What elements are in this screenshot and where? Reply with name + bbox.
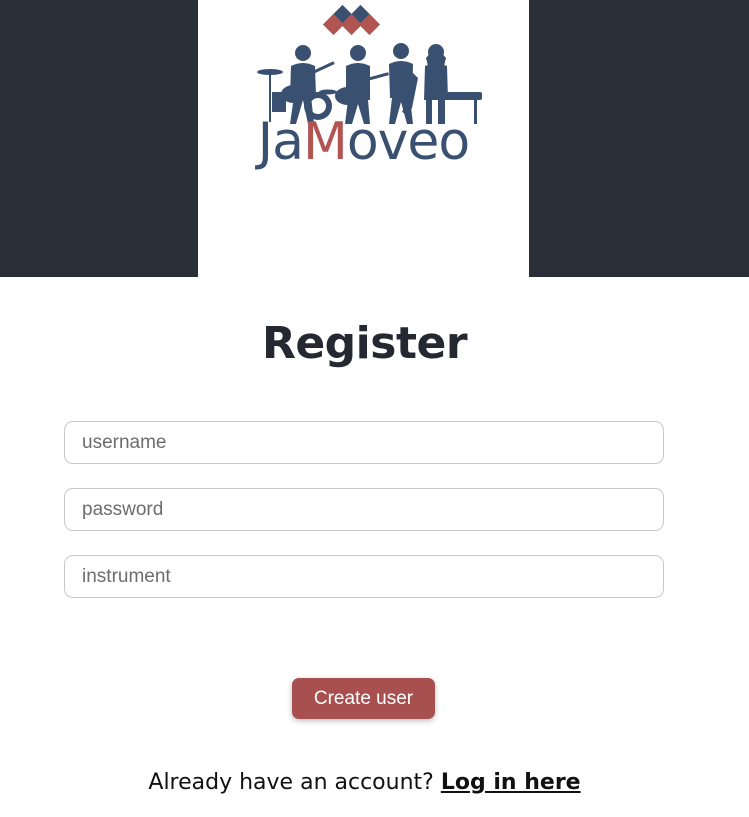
logo: JaMoveo: [198, 0, 529, 277]
login-prompt-text: Already have an account?: [148, 770, 434, 795]
brand-name: JaMoveo: [198, 116, 529, 168]
instrument-input[interactable]: [64, 555, 664, 598]
brand-part: oveo: [346, 112, 470, 172]
login-prompt: Already have an account? Log in here: [0, 770, 729, 795]
create-user-button[interactable]: Create user: [292, 678, 435, 719]
username-input[interactable]: [64, 421, 664, 464]
login-link[interactable]: Log in here: [441, 770, 581, 795]
page-title: Register: [261, 318, 468, 369]
brand-part: Ja: [257, 112, 304, 172]
header-banner: JaMoveo: [0, 0, 749, 277]
password-input[interactable]: [64, 488, 664, 531]
brand-part: M: [302, 112, 348, 172]
